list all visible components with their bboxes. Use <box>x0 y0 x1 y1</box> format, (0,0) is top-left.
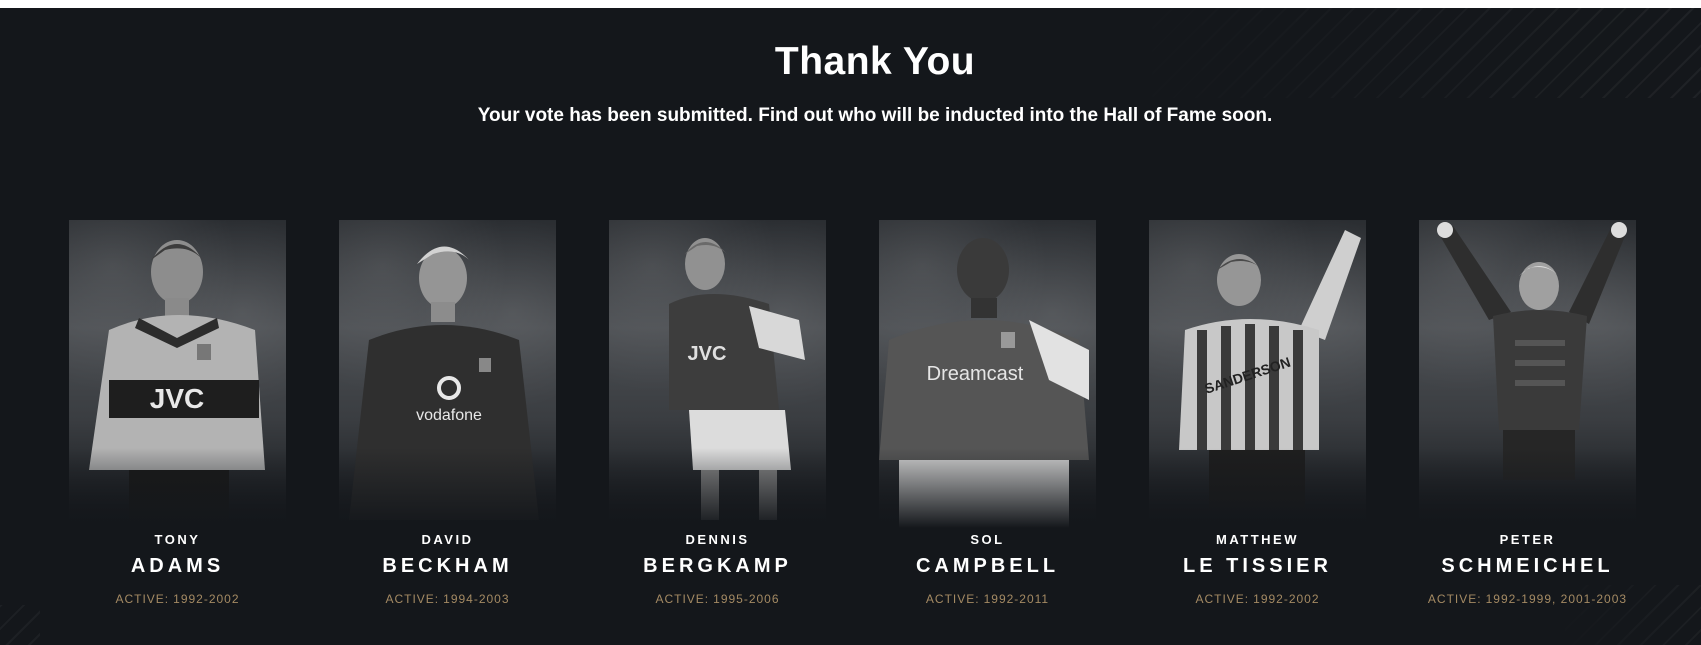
player-active-years: ACTIVE: 1992-2002 <box>1195 592 1320 606</box>
player-card-schmeichel[interactable]: PETER SCHMEICHEL ACTIVE: 1992-1999, 2001-… <box>1419 220 1636 606</box>
player-photo: JVC <box>609 220 826 528</box>
player-first-name: MATTHEW <box>1216 532 1299 547</box>
svg-text:vodafone: vodafone <box>416 407 482 424</box>
player-first-name: TONY <box>154 532 201 547</box>
player-card-adams[interactable]: JVC TONY ADAMS ACTIVE: 1992-2002 <box>69 220 286 606</box>
player-last-name: LE TISSIER <box>1183 555 1332 577</box>
player-active-years: ACTIVE: 1992-1999, 2001-2003 <box>1427 592 1628 606</box>
player-photo: JVC <box>69 220 286 528</box>
player-active-years: ACTIVE: 1995-2006 <box>655 592 780 606</box>
decorative-stripes-left <box>0 605 40 645</box>
player-card-bergkamp[interactable]: JVC DENNIS BERGKAMP ACTIVE: 1995-2006 <box>609 220 826 606</box>
page-title: Thank You <box>774 40 976 83</box>
page-subtitle: Your vote has been submitted. Find out w… <box>477 105 1273 126</box>
svg-text:Dreamcast: Dreamcast <box>927 363 1024 385</box>
svg-text:JVC: JVC <box>150 383 204 414</box>
player-active-years: ACTIVE: 1992-2011 <box>925 592 1050 606</box>
player-first-name: PETER <box>1499 532 1556 547</box>
player-card-campbell[interactable]: Dreamcast SOL CAMPBELL ACTIVE: 1992-2011 <box>879 220 1096 606</box>
player-photo: vodafone <box>339 220 556 528</box>
player-last-name: ADAMS <box>130 555 225 577</box>
player-card-beckham[interactable]: vodafone DAVID BECKHAM ACTIVE: 1994-2003 <box>339 220 556 606</box>
player-cards: JVC TONY ADAMS ACTIVE: 1992-2002 vodafon… <box>69 220 1639 620</box>
player-photo: Dreamcast <box>879 220 1096 528</box>
player-photo <box>1419 220 1636 528</box>
player-active-years: ACTIVE: 1994-2003 <box>385 592 510 606</box>
player-first-name: DAVID <box>421 532 474 547</box>
player-active-years: ACTIVE: 1992-2002 <box>115 592 240 606</box>
svg-text:JVC: JVC <box>688 343 727 365</box>
vote-confirmation-panel: Thank You Your vote has been submitted. … <box>0 8 1701 645</box>
player-first-name: DENNIS <box>685 532 750 547</box>
player-photo: SANDERSON <box>1149 220 1366 528</box>
player-last-name: BERGKAMP <box>643 555 792 577</box>
player-last-name: BECKHAM <box>382 555 513 577</box>
player-first-name: SOL <box>970 532 1005 547</box>
player-last-name: SCHMEICHEL <box>1441 555 1614 577</box>
player-last-name: CAMPBELL <box>915 555 1060 577</box>
player-card-le-tissier[interactable]: SANDERSON MATTHEW LE TISSIER ACTIVE: 1992… <box>1149 220 1366 606</box>
